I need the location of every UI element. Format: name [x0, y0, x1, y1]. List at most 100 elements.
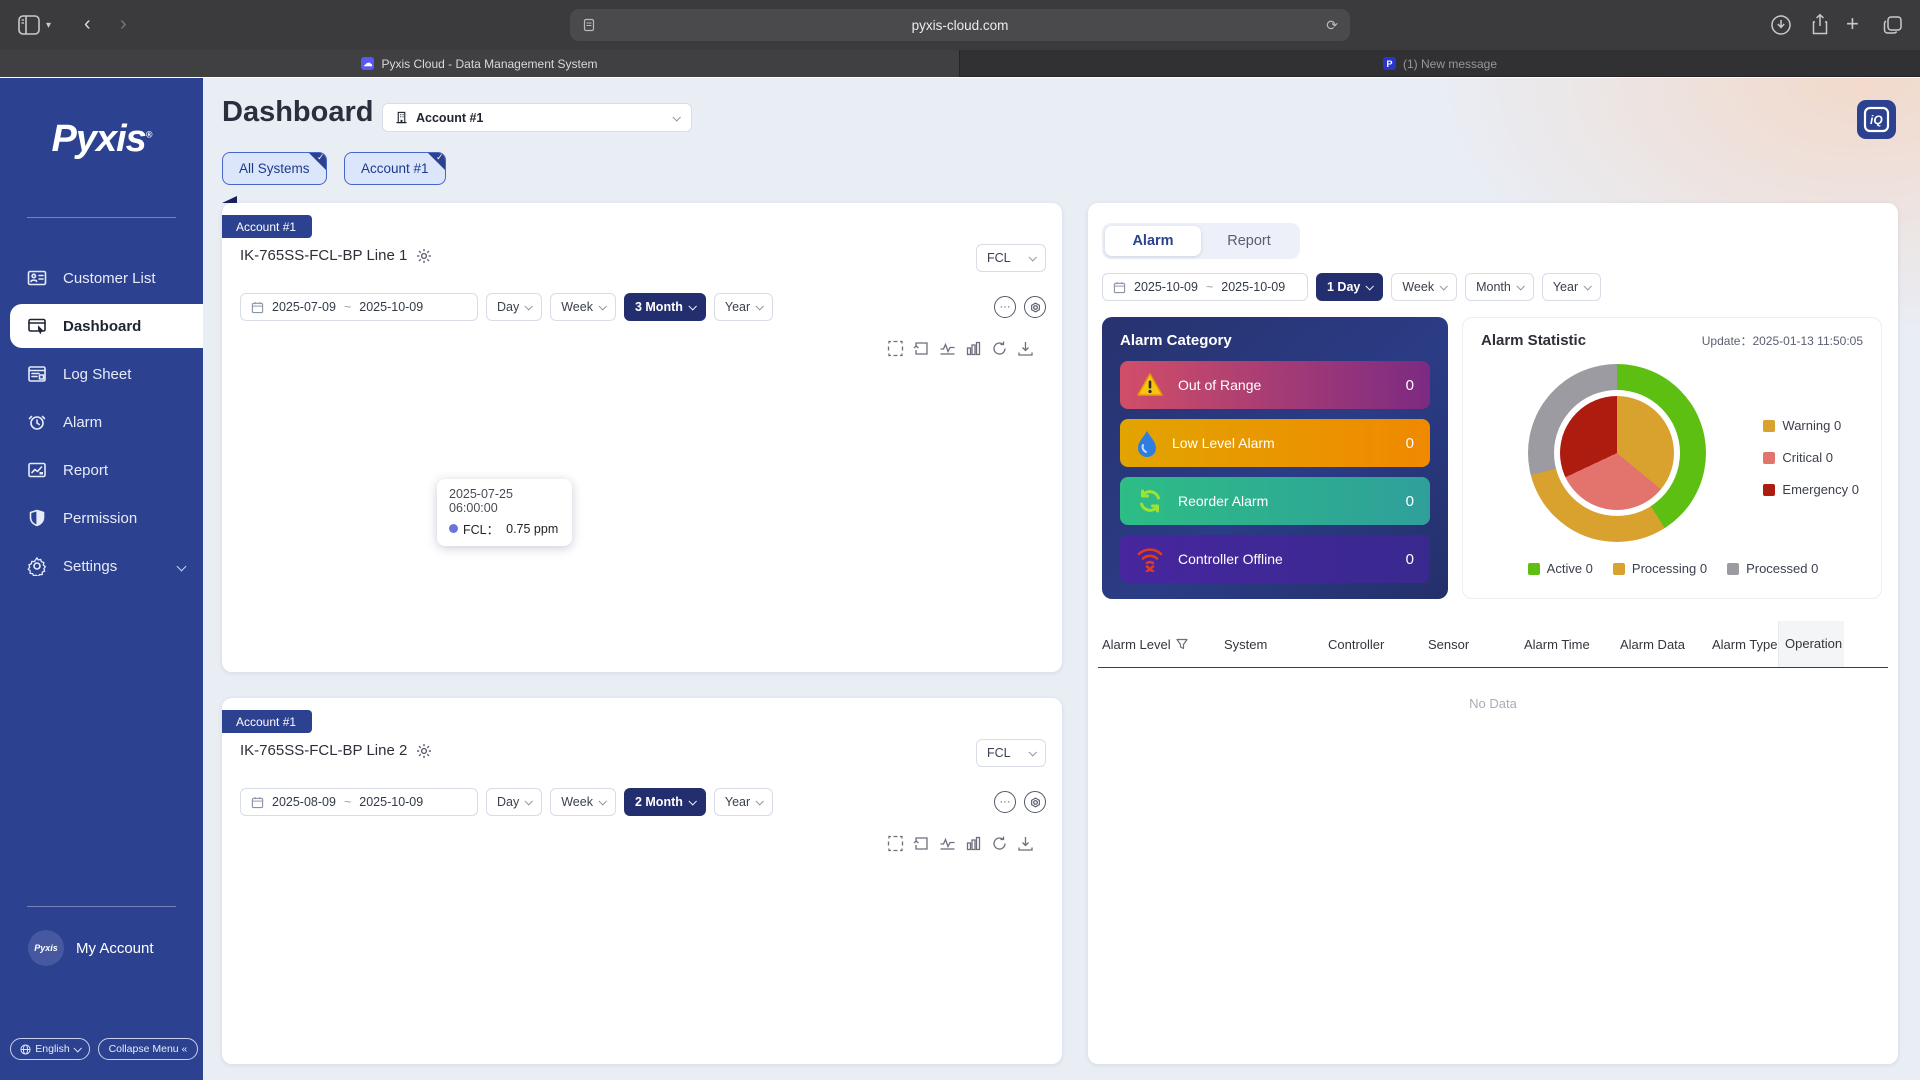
alarm-category-card: Alarm Category Out of Range0Low Level Al… [1102, 317, 1448, 599]
range-button-month[interactable]: Month [1465, 273, 1534, 301]
sidebar-item-dashboard[interactable]: Dashboard [10, 304, 203, 348]
alarm-statistic-card: Alarm Statistic Update：2025-01-13 11:50:… [1462, 317, 1882, 599]
line-chart-1[interactable] [222, 363, 1062, 672]
download-icon[interactable] [1017, 340, 1034, 362]
alarm-category-low-level-alarm[interactable]: Low Level Alarm 0 [1120, 419, 1430, 467]
empty-state: No Data [1098, 696, 1888, 711]
tab-pyxis-cloud[interactable]: ☁ Pyxis Cloud - Data Management System [0, 50, 960, 77]
iq-button[interactable]: iQ [1857, 100, 1896, 139]
water-drop-icon [1136, 429, 1158, 457]
p-favicon: P [1383, 57, 1396, 70]
avatar: Pyxis [28, 930, 64, 966]
tab-new-message[interactable]: P (1) New message [960, 50, 1920, 77]
sidebar-toggle-chevron-icon[interactable]: ▾ [46, 21, 51, 31]
tab-alarm[interactable]: Alarm [1105, 226, 1201, 256]
report-icon [27, 460, 47, 480]
range-button-year[interactable]: Year [714, 788, 773, 816]
date-range-input[interactable]: 2025-08-09 ~ 2025-10-09 [240, 788, 478, 816]
sidebar-item-settings[interactable]: Settings [0, 546, 203, 586]
sidebar-toggle-icon[interactable] [16, 12, 42, 38]
collapse-menu-button[interactable]: Collapse Menu « [98, 1038, 198, 1060]
column-header-alarm-level[interactable]: Alarm Level [1098, 621, 1220, 667]
category-label: Low Level Alarm [1172, 435, 1275, 451]
page-title: Dashboard [222, 96, 373, 129]
line-chart-2[interactable] [222, 853, 1062, 1064]
zoom-select-icon[interactable] [887, 340, 904, 362]
sidebar-item-label: Report [63, 462, 108, 479]
new-tab-icon[interactable]: + [1846, 13, 1859, 35]
bar-chart-icon[interactable] [965, 340, 982, 362]
sensor-select[interactable]: FCL [976, 244, 1046, 272]
sensor-select[interactable]: FCL [976, 739, 1046, 767]
sidebar-item-report[interactable]: Report [0, 450, 203, 490]
sidebar-item-log-sheet[interactable]: Log Sheet [0, 354, 203, 394]
log-sheet-icon [27, 364, 47, 384]
sidebar-item-label: Alarm [63, 414, 102, 431]
zoom-reset-icon[interactable] [913, 340, 930, 362]
chart-settings-icon[interactable] [1024, 296, 1046, 318]
chip-all-systems[interactable]: All Systems✓ [222, 152, 327, 185]
tab-report[interactable]: Report [1201, 226, 1297, 256]
severity-legend: Warning 0Critical 0Emergency 0 [1763, 418, 1859, 497]
date-range-input[interactable]: 2025-07-09 ~ 2025-10-09 [240, 293, 478, 321]
forward-icon[interactable]: › [120, 14, 127, 34]
building-icon [395, 111, 408, 124]
category-count: 0 [1406, 493, 1414, 510]
sidebar-item-label: Dashboard [63, 318, 141, 335]
more-options-icon[interactable]: ··· [994, 296, 1016, 318]
account-select-value: Account #1 [416, 111, 483, 125]
collapse-label: Collapse Menu « [109, 1043, 188, 1055]
alarm-category-controller-offline[interactable]: Controller Offline0 [1120, 535, 1430, 583]
more-options-icon[interactable]: ··· [994, 791, 1016, 813]
range-button-day[interactable]: Day [486, 293, 542, 321]
chip-account-#1[interactable]: Account #1✓ [344, 152, 446, 185]
gear-icon[interactable] [416, 248, 432, 264]
sidebar-item-customer-list[interactable]: Customer List [0, 258, 203, 298]
line-chart-icon[interactable] [939, 340, 956, 362]
alarm-category-out-of-range[interactable]: Out of Range0 [1120, 361, 1430, 409]
share-icon[interactable] [1809, 13, 1831, 36]
ribbon-fold [222, 196, 237, 203]
date-from: 2025-08-09 [272, 795, 336, 809]
chart-title: IK-765SS-FCL-BP Line 2 [240, 742, 407, 759]
chart-controls: 2025-07-09 ~ 2025-10-09 Day Week 3 Month Ye… [240, 293, 1046, 321]
sidebar-item-alarm[interactable]: Alarm [0, 402, 203, 442]
page-icon [582, 18, 596, 32]
range-button-day[interactable]: Day [486, 788, 542, 816]
svg-text:iQ: iQ [1870, 113, 1883, 127]
range-button-1-day[interactable]: 1 Day [1316, 273, 1383, 301]
account-select[interactable]: Account #1 [382, 103, 692, 132]
gear-icon[interactable] [416, 743, 432, 759]
alarm-date-controls: 2025-10-09 ~ 2025-10-09 1 Day Week Month Ye… [1102, 273, 1601, 301]
tooltip-date: 2025-07-25 06:00:00 [449, 487, 560, 515]
alarm-category-reorder-alarm[interactable]: Reorder Alarm0 [1120, 477, 1430, 525]
date-range-input[interactable]: 2025-10-09 ~ 2025-10-09 [1102, 273, 1308, 301]
chart-settings-icon[interactable] [1024, 791, 1046, 813]
alarm-statistic-title: Alarm Statistic [1481, 332, 1586, 349]
range-button-year[interactable]: Year [1542, 273, 1601, 301]
category-count: 0 [1406, 435, 1414, 452]
range-button-3-month[interactable]: 3 Month [624, 293, 706, 321]
column-header-sensor: Sensor [1424, 621, 1520, 667]
back-icon[interactable]: ‹ [84, 14, 91, 34]
range-button-week[interactable]: Week [550, 788, 616, 816]
range-button-week[interactable]: Week [1391, 273, 1457, 301]
sidebar-item-my-account[interactable]: Pyxis My Account [0, 930, 203, 966]
restore-icon[interactable] [991, 340, 1008, 362]
sidebar-item-permission[interactable]: Permission [0, 498, 203, 538]
downloads-icon[interactable] [1770, 14, 1792, 36]
tab-strip: ☁ Pyxis Cloud - Data Management System P… [0, 50, 1920, 77]
refresh-icon[interactable]: ⟳ [1326, 17, 1338, 34]
range-button-2-month[interactable]: 2 Month [624, 788, 706, 816]
url-bar[interactable]: pyxis-cloud.com ⟳ [570, 9, 1350, 41]
range-button-week[interactable]: Week [550, 293, 616, 321]
range-button-year[interactable]: Year [714, 293, 773, 321]
language-select[interactable]: English [10, 1038, 90, 1060]
my-account-label: My Account [76, 940, 154, 957]
tab-overview-icon[interactable] [1882, 14, 1904, 36]
customer-list-icon [27, 268, 47, 288]
filter-icon[interactable] [1176, 638, 1188, 650]
update-timestamp: Update：2025-01-13 11:50:05 [1702, 332, 1863, 349]
cloud-icon: ☁ [361, 57, 374, 70]
date-to: 2025-10-09 [359, 795, 423, 809]
